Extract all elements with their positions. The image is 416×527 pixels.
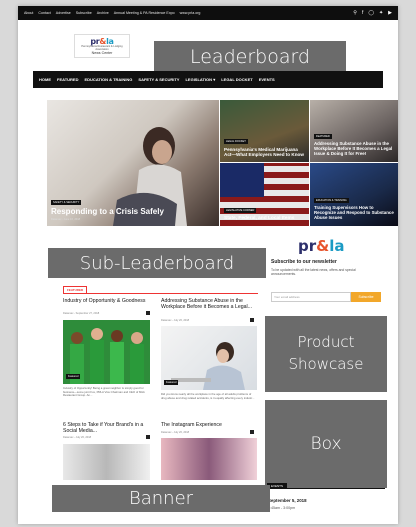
instagram-icon[interactable]: ◯ [368,10,374,16]
hero-main-badge[interactable]: SAFETY & SECURITY [51,200,82,206]
post-meta-1: Datamax - September 27, 2018 [63,312,100,315]
banner-ad: Banner [52,485,270,512]
newsletter-title: Subscribe to our newsletter [271,259,337,265]
top-bar: About Contact Advertise Subscribe Archiv… [18,6,398,20]
featured-section-divider [63,293,258,294]
top-link-advertise[interactable]: Advertise [56,11,71,15]
post-thumb-2-label[interactable]: Featured [164,380,179,385]
top-link-annual-meeting[interactable]: Annual Meeting & PA Residence Expo [114,11,175,15]
post-meta-2: Datamax - July 26, 2018 [161,319,190,322]
hero-top-middle[interactable]: LEGAL DOCKET Pennsylvania's Medical Mari… [220,100,309,162]
top-link-contact[interactable]: Contact [38,11,50,15]
hero-bottom-middle-badge[interactable]: LEGISLATIVE CORNER [224,207,257,213]
leaderboard-ad: Leaderboard [154,41,346,73]
post-excerpt-1: Industry of Opportunity! Being a great n… [63,386,145,398]
hero-top-middle-badge[interactable]: LEGAL DOCKET [224,138,248,144]
post-thumb-3[interactable] [63,444,150,480]
hero-main[interactable]: SAFETY & SECURITY Responding to a Crisis… [47,100,219,226]
nav-item-legislation[interactable]: LEGISLATION ▾ [185,77,215,82]
post-title-3[interactable]: 6 Steps to Take if Your Brand's in a Soc… [63,422,153,434]
box-ad: Box [265,400,387,488]
hero-bottom-right-caption: EDUCATION & TRAINING Training Supervisor… [314,188,395,221]
sub-leaderboard-ad: Sub-Leaderboard [48,248,266,278]
post-thumb-2[interactable]: Featured [161,326,257,390]
site-header: pr&la Pennsylvania Restaurant & Lodging … [18,20,398,73]
nav-item-events[interactable]: EVENTS [259,77,275,82]
search-icon[interactable]: ⚲ [353,10,357,16]
hero-main-caption: SAFETY & SECURITY Responding to a Crisis… [51,190,215,221]
hero-top-right-caption: FEATURED Addressing Substance Abuse in t… [314,124,395,157]
post-title-2[interactable]: Addressing Substance Abuse in the Workpl… [161,298,257,310]
nav-item-safety[interactable]: SAFETY & SECURITY [138,77,179,82]
hero-main-meta: Datamax - June 16, 2018 [51,218,81,221]
post-meta-3: Datamax - July 26, 2018 [63,436,92,439]
nav-item-education[interactable]: EDUCATION & TRAINING [84,77,132,82]
top-link-about[interactable]: About [24,11,33,15]
comment-count-icon[interactable] [250,430,254,434]
comment-count-icon[interactable] [250,318,254,322]
hero-top-right-title[interactable]: Addressing Substance Abuse in the Workpl… [314,142,395,157]
post-thumb-1-label[interactable]: Featured [66,374,81,379]
nav-item-legal-docket[interactable]: LEGAL DOCKET [221,77,252,82]
events-divider [267,488,385,489]
hero-top-middle-title[interactable]: Pennsylvania's Medical Marijuana Act—Wha… [224,147,305,157]
site-logo[interactable]: pr&la Pennsylvania Restaurant & Lodging … [74,34,130,58]
hero-grid: SAFETY & SECURITY Responding to a Crisis… [47,100,398,226]
post-title-1[interactable]: Industry of Opportunity & Goodness [63,298,153,304]
top-links: About Contact Advertise Subscribe Archiv… [24,11,200,15]
flag-canton [220,163,264,197]
hero-top-right[interactable]: FEATURED Addressing Substance Abuse in t… [310,100,398,162]
top-link-archive[interactable]: Archive [97,11,109,15]
facebook-icon[interactable]: f [362,10,363,16]
sidebar-logo[interactable]: pr&la [298,237,345,255]
nav-item-home[interactable]: HOME [39,77,51,82]
youtube-icon[interactable]: ▶ [388,10,392,16]
top-link-website[interactable]: www.prla.org [180,11,201,15]
hero-bottom-right-title[interactable]: Training Supervisors How to Recognize an… [314,206,395,221]
post-meta-4: Datamax - July 26, 2018 [161,431,190,434]
hero-bottom-middle-title[interactable]: State, Federal, and Local Items [224,216,305,221]
newsletter-text: To be updated with all the latest news, … [271,268,356,277]
social-icons: ⚲ f ◯ ✦ ▶ [353,10,392,16]
post-excerpt-2: Did you know nearly all the workplace in… [161,392,255,400]
product-showcase-ad: Product Showcase [265,316,387,392]
news-page: About Contact Advertise Subscribe Archiv… [18,6,398,524]
event-date[interactable]: September 5, 2018 [268,498,307,503]
hero-bottom-right-badge[interactable]: EDUCATION & TRAINING [314,198,349,204]
hero-top-middle-caption: LEGAL DOCKET Pennsylvania's Medical Mari… [224,129,305,157]
main-nav: HOME FEATURED EDUCATION & TRAINING SAFET… [33,71,383,88]
comment-count-icon[interactable] [146,311,150,315]
hero-bottom-right[interactable]: EDUCATION & TRAINING Training Supervisor… [310,163,398,226]
comment-count-icon[interactable] [146,435,150,439]
hero-bottom-middle-caption: LEGISLATIVE CORNER State, Federal, and L… [224,198,305,221]
subscribe-button[interactable]: Subscribe [351,292,381,302]
event-time: 7:45am - 3:00pm [268,506,296,510]
top-link-subscribe[interactable]: Subscribe [76,11,92,15]
post-thumb-4[interactable] [161,438,257,480]
hero-top-right-badge[interactable]: FEATURED [314,134,332,140]
hero-bottom-middle[interactable]: LEGISLATIVE CORNER State, Federal, and L… [220,163,309,226]
newsletter-email-input[interactable]: Your email address [271,292,351,302]
logo-subtitle: News Center [91,51,113,56]
post-title-4[interactable]: The Instagram Experience [161,422,257,428]
chevron-down-icon: ▾ [213,77,216,82]
twitter-icon[interactable]: ✦ [379,10,383,16]
hero-main-title[interactable]: Responding to a Crisis Safely [51,207,215,217]
post-thumb-1[interactable]: Featured [63,320,150,384]
nav-item-featured[interactable]: FEATURED [57,77,78,82]
